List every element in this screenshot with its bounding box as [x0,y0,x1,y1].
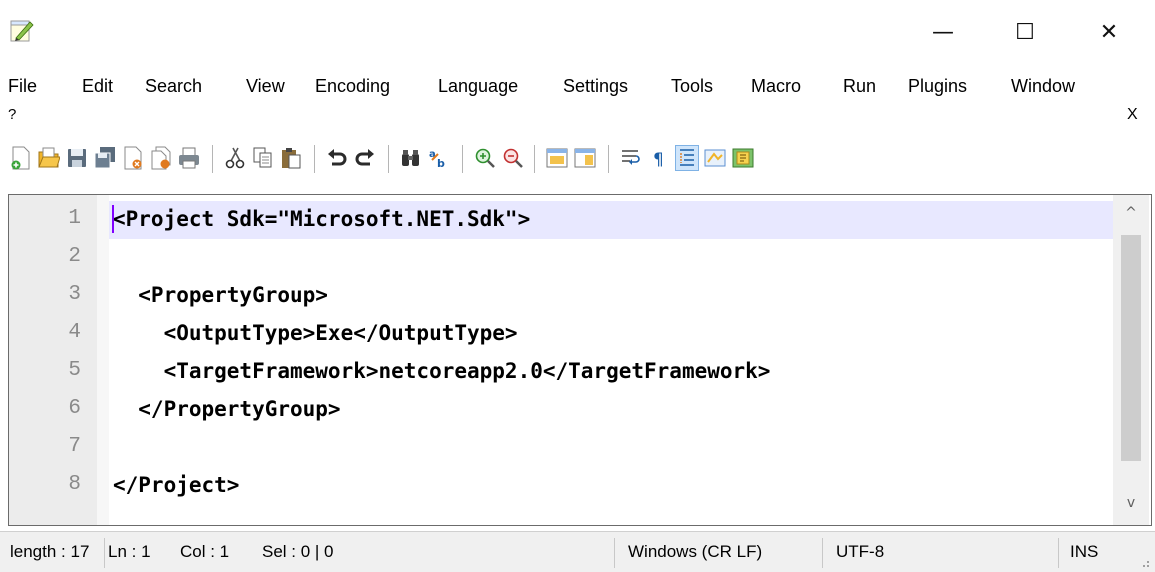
zoom-out-icon[interactable] [502,146,524,170]
status-encoding[interactable]: UTF-8 [836,542,884,562]
function-list-icon[interactable] [732,146,754,170]
show-all-chars-icon[interactable]: ¶ [648,146,670,170]
menu-tools[interactable]: Tools [671,76,713,97]
menu-settings[interactable]: Settings [563,76,628,97]
title-bar: — ☐ ✕ [0,0,1155,64]
status-line: Ln : 1 [108,542,151,561]
line-number: 2 [68,245,81,268]
menu-encoding[interactable]: Encoding [315,76,390,97]
menu-search[interactable]: Search [145,76,202,97]
scrollbar-thumb[interactable] [1121,235,1141,461]
line-number-gutter: 1 2 3 4 5 6 7 8 [9,195,97,525]
editor-pane[interactable]: 1 2 3 4 5 6 7 8 <Project Sdk="Microsoft.… [8,194,1152,526]
code-line[interactable]: <PropertyGroup> [113,283,328,307]
indent-guide-icon[interactable] [675,145,699,171]
svg-text:b: b [437,157,445,170]
menu-language[interactable]: Language [438,76,518,97]
status-separator [1058,538,1059,568]
toolbar-separator [212,145,213,173]
menu-run[interactable]: Run [843,76,876,97]
status-selection: Sel : 0 | 0 [262,542,334,561]
cut-icon[interactable] [224,146,246,170]
menu-window[interactable]: Window [1011,76,1075,97]
status-eol-format[interactable]: Windows (CR LF) [628,542,762,562]
status-separator [614,538,615,568]
menu-view[interactable]: View [246,76,285,97]
toolbar-separator [608,145,609,173]
scroll-up-arrow[interactable]: ^ [1113,205,1149,221]
toolbar-separator [462,145,463,173]
status-bar: length : 17 Ln : 1 Col : 1 Sel : 0 | 0 W… [0,531,1155,572]
find-icon[interactable] [400,146,422,170]
word-wrap-icon[interactable] [620,146,642,170]
undo-icon[interactable] [326,146,348,170]
fold-margin[interactable] [97,195,109,525]
menu-plugins[interactable]: Plugins [908,76,967,97]
code-line[interactable]: <OutputType>Exe</OutputType> [113,321,518,345]
line-number: 7 [68,435,81,458]
status-separator [822,538,823,568]
resize-grip-icon[interactable] [1136,554,1150,568]
paste-icon[interactable] [280,146,302,170]
line-number: 4 [68,321,81,344]
toolbar-separator [388,145,389,173]
code-line[interactable]: </PropertyGroup> [113,397,340,421]
save-all-icon[interactable] [94,146,116,170]
copy-icon[interactable] [252,146,274,170]
notepad-plus-plus-icon [10,20,34,42]
replace-icon[interactable]: ab [428,146,450,170]
toolbar-separator [314,145,315,173]
close-document-button[interactable]: X [1127,106,1138,124]
sync-horizontal-icon[interactable] [574,146,596,170]
menu-bar: File Edit Search View Encoding Language … [0,64,1155,128]
toolbar-separator [534,145,535,173]
toolbar: ab ¶ [0,136,1155,184]
redo-icon[interactable] [354,146,376,170]
line-number: 5 [68,359,81,382]
svg-text:¶: ¶ [653,150,664,170]
line-number: 6 [68,397,81,420]
close-icon[interactable] [122,146,144,170]
line-number: 8 [68,473,81,496]
close-all-icon[interactable] [150,146,172,170]
menu-file[interactable]: File [8,76,37,97]
close-window-button[interactable]: ✕ [1082,14,1136,50]
status-insert-mode[interactable]: INS [1070,542,1098,562]
menu-help[interactable]: ? [8,106,16,123]
code-line[interactable]: <Project Sdk="Microsoft.NET.Sdk"> [113,207,530,231]
text-caret [112,205,114,233]
new-file-icon[interactable] [10,146,32,170]
save-icon[interactable] [66,146,88,170]
line-number: 1 [68,207,81,230]
scroll-down-arrow[interactable]: v [1113,495,1149,511]
maximize-button[interactable]: ☐ [998,14,1052,50]
code-line[interactable]: </Project> [113,473,239,497]
minimize-button[interactable]: — [916,14,970,50]
line-number: 3 [68,283,81,306]
status-length: length : 17 [10,542,90,561]
zoom-in-icon[interactable] [474,146,496,170]
doc-map-icon[interactable] [704,146,726,170]
vertical-scrollbar[interactable]: ^ v [1113,195,1149,525]
code-line[interactable]: <TargetFramework>netcoreapp2.0</TargetFr… [113,359,771,383]
menu-macro[interactable]: Macro [751,76,801,97]
print-icon[interactable] [178,146,200,170]
open-file-icon[interactable] [38,146,60,170]
menu-edit[interactable]: Edit [82,76,113,97]
sync-vertical-icon[interactable] [546,146,568,170]
status-separator [104,538,105,568]
status-column: Col : 1 [180,542,230,561]
